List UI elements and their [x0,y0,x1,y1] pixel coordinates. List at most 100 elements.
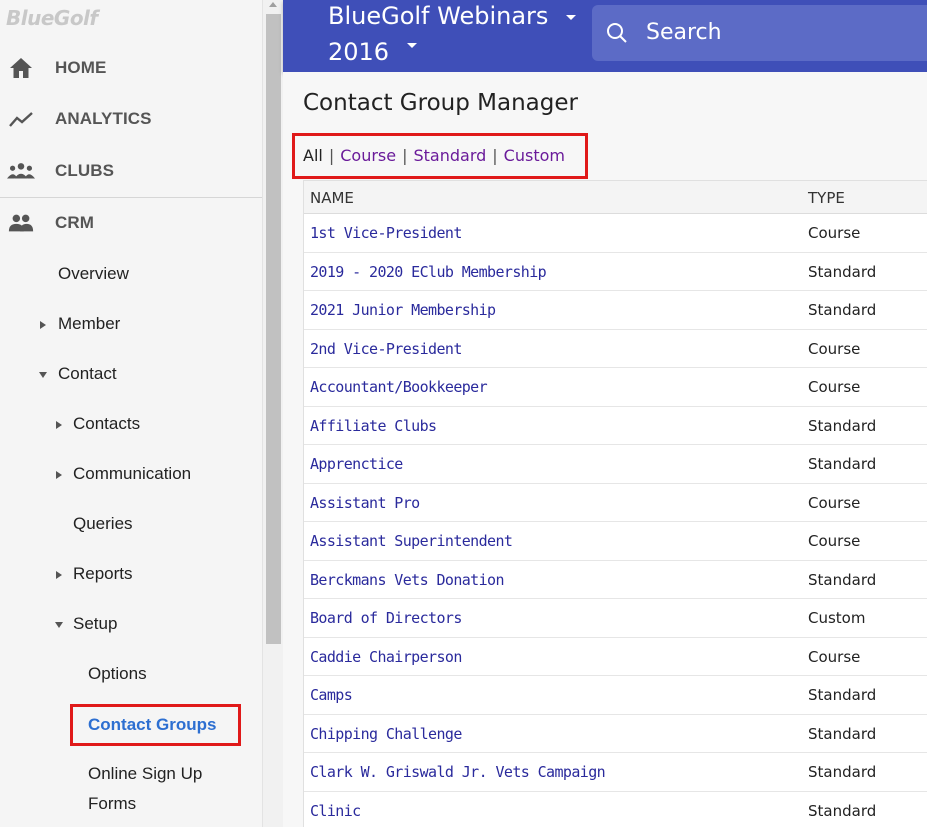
nav-contact-groups[interactable]: Contact Groups [88,715,216,735]
table-row[interactable]: Assistant Superintendent Course [304,522,927,561]
group-name-link[interactable]: 2019 - 2020 EClub Membership [310,263,547,281]
main-content: Contact Group Manager All | Course | Standar… [283,72,927,827]
nav-reports[interactable]: Reports [73,564,133,584]
group-name-link[interactable]: Clinic [310,802,361,820]
nav-home[interactable]: HOME [0,43,262,93]
nav-contact[interactable]: Contact [58,364,117,384]
table-row[interactable]: Berckmans Vets Donation Standard [304,561,927,599]
table-row[interactable]: Apprenctice Standard [304,445,927,484]
bluegolf-logo[interactable]: BlueGolf [6,6,98,30]
nav-online-signup-line2[interactable]: Forms [88,794,136,814]
group-name-link[interactable]: Assistant Superintendent [310,532,513,550]
table-row[interactable]: Camps Standard [304,676,927,715]
nav-queries[interactable]: Queries [73,514,133,534]
group-type: Standard [808,262,877,281]
table-row[interactable]: 1st Vice-President Course [304,214,927,253]
table-row[interactable]: Caddie Chairperson Course [304,638,927,676]
scroll-up-icon[interactable] [269,2,277,7]
group-name-link[interactable]: Clark W. Griswald Jr. Vets Campaign [310,763,606,781]
nav-analytics-label: ANALYTICS [55,109,152,128]
page-title: Contact Group Manager [303,90,578,116]
search-placeholder: Search [646,20,722,45]
table-row[interactable]: Assistant Pro Course [304,484,927,522]
nav-analytics[interactable]: ANALYTICS [0,94,262,144]
expand-arrow-icon[interactable] [56,471,62,479]
expand-arrow-icon[interactable] [56,571,62,579]
nav-options[interactable]: Options [88,664,147,684]
table-row[interactable]: 2019 - 2020 EClub Membership Standard [304,253,927,291]
org-title: BlueGolf Webinars [328,2,549,30]
table-row[interactable]: Affiliate Clubs Standard [304,407,927,445]
group-type: Course [808,493,861,512]
filter-all[interactable]: All [303,146,323,165]
people-icon [7,211,35,235]
table-body: 1st Vice-President Course 2019 - 2020 EClu… [304,214,927,827]
table-row[interactable]: Clinic Standard [304,792,927,827]
nav-contacts[interactable]: Contacts [73,414,140,434]
group-type: Standard [808,301,877,319]
nav-setup[interactable]: Setup [73,614,117,634]
group-type: Course [808,339,861,358]
chevron-down-icon [566,14,577,20]
year-label: 2016 [328,38,390,66]
trending-icon [7,107,35,131]
scrollbar-thumb[interactable] [266,14,281,644]
table-row[interactable]: Accountant/Bookkeeper Course [304,368,927,407]
column-header-type[interactable]: TYPE [808,189,845,207]
expand-arrow-icon[interactable] [56,421,62,429]
group-type: Standard [808,455,877,473]
nav-communication[interactable]: Communication [73,464,191,484]
table-header: NAME TYPE [304,180,927,214]
expand-arrow-icon[interactable] [40,321,46,329]
group-type: Standard [808,724,877,743]
group-name-link[interactable]: Caddie Chairperson [310,648,462,666]
group-name-link[interactable]: Apprenctice [310,455,403,473]
group-type: Standard [808,686,877,704]
table-row[interactable]: 2021 Junior Membership Standard [304,291,927,330]
sidebar-scrollbar[interactable] [262,0,283,827]
contact-groups-table: NAME TYPE 1st Vice-President Course 2019 -… [303,180,927,827]
filter-standard[interactable]: Standard [413,146,486,165]
group-type: Course [808,532,861,550]
nav-overview[interactable]: Overview [58,264,129,284]
nav-member[interactable]: Member [58,314,120,334]
sidebar: BlueGolf HOME ANALYTICS CLUBS CRM Overvi… [0,0,262,827]
group-type: Standard [808,570,877,589]
group-name-link[interactable]: Camps [310,686,353,704]
table-row[interactable]: Clark W. Griswald Jr. Vets Campaign Stand… [304,753,927,792]
nav-clubs[interactable]: CLUBS [0,146,262,196]
filter-bar: All | Course | Standard | Custom [303,146,565,165]
group-type: Standard [808,801,877,820]
collapse-arrow-icon[interactable] [55,622,63,628]
table-row[interactable]: Chipping Challenge Standard [304,715,927,753]
group-name-link[interactable]: Berckmans Vets Donation [310,571,505,589]
column-header-name[interactable]: NAME [310,189,354,207]
group-name-link[interactable]: 1st Vice-President [310,224,462,242]
search-input[interactable]: Search [592,5,927,61]
table-row[interactable]: Board of Directors Custom [304,599,927,638]
filter-course[interactable]: Course [340,146,396,165]
org-selector[interactable]: BlueGolf Webinars [328,2,577,30]
nav-online-signup-line1[interactable]: Online Sign Up [88,764,202,784]
nav-clubs-label: CLUBS [55,161,115,180]
group-name-link[interactable]: 2021 Junior Membership [310,301,496,319]
collapse-arrow-icon[interactable] [39,372,47,378]
group-name-link[interactable]: Accountant/Bookkeeper [310,378,488,396]
group-type: Course [808,224,861,242]
group-type: Course [808,378,861,396]
table-row[interactable]: 2nd Vice-President Course [304,330,927,368]
group-name-link[interactable]: Chipping Challenge [310,725,462,743]
filter-custom[interactable]: Custom [504,146,565,165]
group-type: Course [808,647,861,666]
group-type: Standard [808,763,877,781]
home-icon [7,56,35,80]
group-name-link[interactable]: Assistant Pro [310,494,420,512]
groups-icon [7,159,35,183]
group-name-link[interactable]: Affiliate Clubs [310,417,437,435]
group-name-link[interactable]: Board of Directors [310,609,462,627]
group-name-link[interactable]: 2nd Vice-President [310,340,462,358]
year-selector[interactable]: 2016 [328,38,417,66]
group-type: Standard [808,416,877,435]
chevron-down-icon [406,42,417,48]
nav-crm[interactable]: CRM [0,198,262,248]
